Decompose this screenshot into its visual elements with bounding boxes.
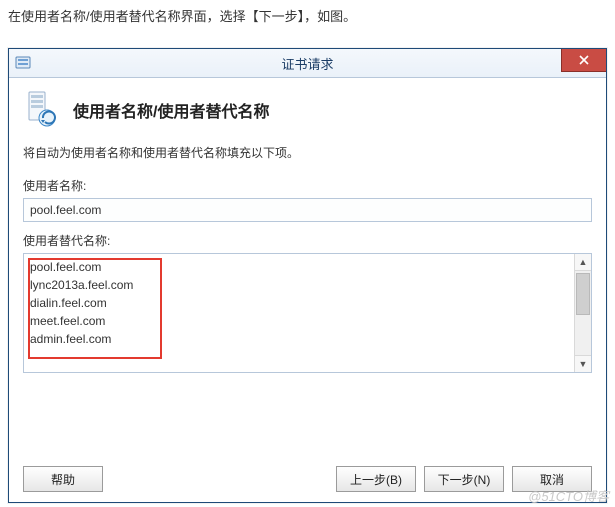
dialog-header: 使用者名称/使用者替代名称 xyxy=(23,90,592,130)
list-item[interactable]: pool.feel.com xyxy=(30,258,569,276)
list-item[interactable]: lync2013a.feel.com xyxy=(30,276,569,294)
back-button[interactable]: 上一步(B) xyxy=(336,466,416,492)
help-button[interactable]: 帮助 xyxy=(23,466,103,492)
cancel-button[interactable]: 取消 xyxy=(512,466,592,492)
app-icon xyxy=(15,55,31,71)
subject-name-input[interactable] xyxy=(23,198,592,222)
subject-name-label: 使用者名称: xyxy=(23,177,592,194)
title-bar: 证书请求 xyxy=(9,49,606,78)
vertical-scrollbar[interactable]: ▲ ▼ xyxy=(574,254,591,372)
button-row: 帮助 上一步(B) 下一步(N) 取消 xyxy=(9,466,606,492)
scroll-up-icon[interactable]: ▲ xyxy=(575,254,591,271)
san-list-inner: pool.feel.com lync2013a.feel.com dialin.… xyxy=(24,254,575,372)
page-caption: 在使用者名称/使用者替代名称界面，选择【下一步】，如图。 xyxy=(0,0,615,35)
san-listbox[interactable]: pool.feel.com lync2013a.feel.com dialin.… xyxy=(23,253,592,373)
close-button[interactable] xyxy=(561,49,606,72)
san-label: 使用者替代名称: xyxy=(23,232,592,249)
wizard-icon xyxy=(23,90,63,130)
list-item[interactable]: meet.feel.com xyxy=(30,312,569,330)
list-item[interactable]: admin.feel.com xyxy=(30,330,569,348)
scroll-down-icon[interactable]: ▼ xyxy=(575,355,591,372)
dialog-content: 使用者名称/使用者替代名称 将自动为使用者名称和使用者替代名称填充以下项。 使用… xyxy=(9,78,606,373)
dialog-description: 将自动为使用者名称和使用者替代名称填充以下项。 xyxy=(23,144,592,161)
list-item[interactable]: dialin.feel.com xyxy=(30,294,569,312)
close-icon xyxy=(579,53,589,68)
next-button[interactable]: 下一步(N) xyxy=(424,466,504,492)
dialog-window: 证书请求 使用者名称/使用者替代名称 将自动为使用者名称和使 xyxy=(8,48,607,503)
scroll-thumb[interactable] xyxy=(576,273,590,315)
dialog-heading: 使用者名称/使用者替代名称 xyxy=(73,98,269,122)
window-title: 证书请求 xyxy=(9,54,606,73)
